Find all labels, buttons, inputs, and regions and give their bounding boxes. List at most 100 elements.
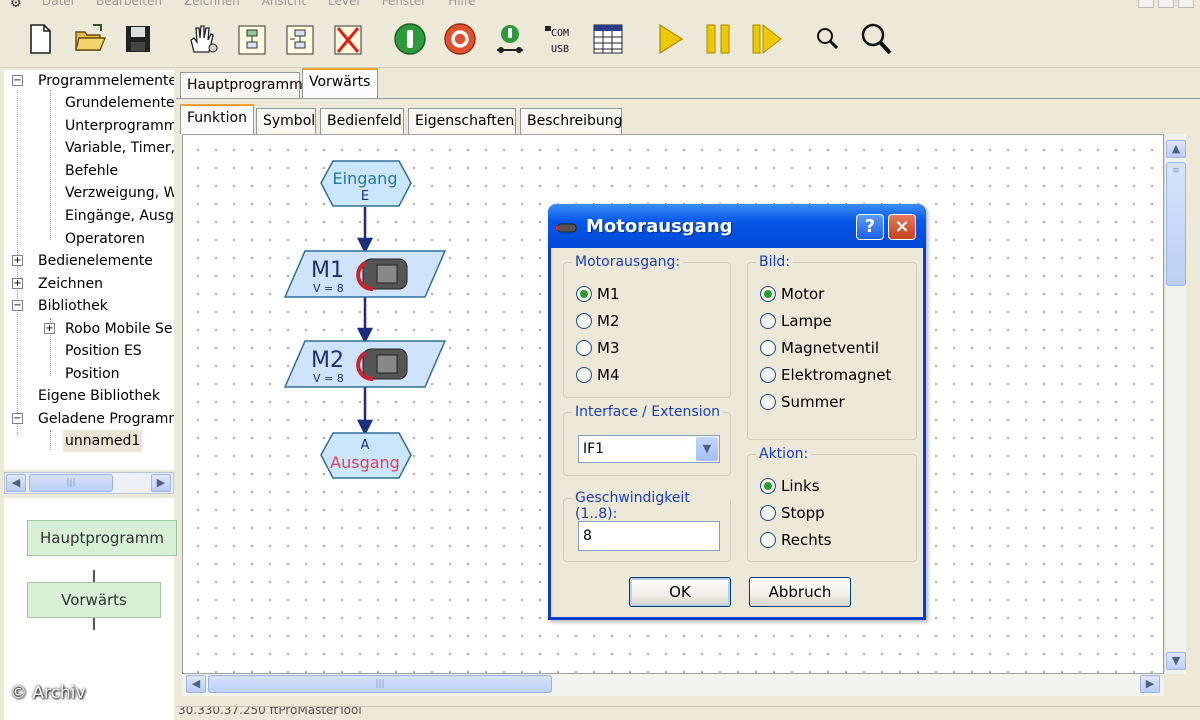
- radio-elektromagnet[interactable]: Elektromagnet: [760, 364, 891, 386]
- tree-horizontal-scrollbar[interactable]: ◀ ||| ▶: [4, 472, 174, 494]
- interface-select[interactable]: IF1 ▼: [578, 435, 720, 463]
- new-file-button[interactable]: [22, 20, 58, 58]
- arrow-down-icon: [356, 237, 374, 254]
- scroll-left-icon[interactable]: ◀: [186, 675, 206, 693]
- expand-icon[interactable]: +: [12, 255, 23, 266]
- radio-links[interactable]: Links: [760, 475, 820, 497]
- tree-guide: [50, 90, 51, 240]
- tree-node-grundelemente[interactable]: Grundelemente: [65, 92, 174, 114]
- overview-sub-program[interactable]: Vorwärts: [27, 582, 161, 618]
- radio-m1[interactable]: M1: [576, 283, 620, 305]
- help-button[interactable]: ?: [856, 214, 884, 240]
- tab-vorwaerts[interactable]: Vorwärts: [302, 68, 378, 98]
- radio-stopp[interactable]: Stopp: [760, 502, 825, 524]
- close-window-button[interactable]: [1178, 0, 1194, 8]
- hand-tool-button[interactable]: [184, 20, 220, 58]
- tree-node-variable[interactable]: Variable, Timer,: [65, 137, 174, 159]
- save-button[interactable]: [120, 20, 156, 58]
- close-button[interactable]: ×: [888, 214, 916, 240]
- input-element[interactable]: Eingang E: [320, 160, 412, 207]
- hand-icon: [190, 25, 218, 53]
- tab-symbol[interactable]: Symbol: [256, 108, 316, 134]
- tree-node-verzweigung[interactable]: Verzweigung, W: [65, 182, 174, 204]
- radio-summer[interactable]: Summer: [760, 391, 845, 413]
- output-element[interactable]: A Ausgang: [320, 432, 412, 479]
- new-subprogram-button[interactable]: [234, 20, 270, 58]
- bild-group: Bild: Motor Lampe Magnetventil Elektroma…: [747, 254, 917, 440]
- scroll-right-icon[interactable]: ▶: [1140, 675, 1160, 693]
- scroll-left-icon[interactable]: ◀: [6, 474, 26, 492]
- menu-zeichnen[interactable]: Zeichnen: [184, 0, 240, 8]
- maximize-button[interactable]: [1158, 0, 1174, 8]
- pause-button[interactable]: [700, 20, 736, 58]
- menu-fenster[interactable]: Fenster: [382, 0, 427, 8]
- arrow-down-icon: [356, 419, 374, 436]
- collapse-icon[interactable]: −: [12, 300, 23, 311]
- tree-node-position-es[interactable]: Position ES: [65, 340, 142, 362]
- test-panel-button[interactable]: [590, 20, 626, 58]
- zoom-out-button[interactable]: [810, 20, 846, 58]
- dialog-title-bar[interactable]: Motorausgang ? ×: [548, 204, 926, 248]
- radio-m2[interactable]: M2: [576, 310, 620, 332]
- cancel-button[interactable]: Abbruch: [749, 577, 851, 607]
- menu-datei[interactable]: Datei: [42, 0, 74, 8]
- stop-icon: [444, 23, 476, 55]
- scroll-up-icon[interactable]: ▲: [1166, 140, 1186, 158]
- tree-node-operatoren[interactable]: Operatoren: [65, 228, 145, 250]
- subprogram-io-button[interactable]: [282, 20, 318, 58]
- play-button[interactable]: [652, 20, 688, 58]
- start-online-button[interactable]: [392, 20, 428, 58]
- zoom-in-button[interactable]: [858, 20, 894, 58]
- scroll-down-icon[interactable]: ▼: [1166, 652, 1186, 670]
- tree-node-unterprogramm[interactable]: Unterprogramm: [65, 115, 174, 137]
- menu-level[interactable]: Level: [328, 0, 360, 8]
- radio-rechts[interactable]: Rechts: [760, 529, 831, 551]
- minimize-button[interactable]: [1138, 0, 1154, 8]
- program-tabs: Hauptprogramm Vorwärts: [176, 68, 1200, 98]
- step-button[interactable]: [748, 20, 784, 58]
- menu-bearbeiten[interactable]: Bearbeiten: [96, 0, 162, 8]
- com-usb-button[interactable]: COM USB: [542, 20, 578, 58]
- start-icon: [394, 23, 426, 55]
- collapse-icon[interactable]: −: [12, 75, 23, 86]
- collapse-icon[interactable]: −: [12, 413, 23, 424]
- scroll-right-icon[interactable]: ▶: [151, 474, 171, 492]
- scroll-thumb[interactable]: ≡: [1166, 162, 1186, 286]
- tab-bedienfeld[interactable]: Bedienfeld: [320, 108, 404, 134]
- tab-beschreibung[interactable]: Beschreibung: [520, 108, 623, 134]
- motor-m2-element[interactable]: M2 V = 8: [283, 340, 447, 388]
- menu-hilfe[interactable]: Hilfe: [448, 0, 475, 8]
- dialog-title: Motorausgang: [586, 216, 733, 237]
- radio-m4[interactable]: M4: [576, 364, 620, 386]
- motor-m1-element[interactable]: M1 V = 8: [283, 250, 447, 298]
- ok-button[interactable]: OK: [629, 577, 731, 607]
- scroll-thumb[interactable]: |||: [29, 474, 113, 492]
- tab-hauptprogramm[interactable]: Hauptprogramm: [180, 72, 303, 98]
- radio-magnetventil[interactable]: Magnetventil: [760, 337, 879, 359]
- tree-node-position[interactable]: Position: [65, 363, 120, 385]
- pause-icon: [706, 24, 730, 54]
- radio-motor[interactable]: Motor: [760, 283, 824, 305]
- menu-ansicht[interactable]: Ansicht: [262, 0, 306, 8]
- scroll-thumb[interactable]: |||: [208, 675, 552, 693]
- speed-input[interactable]: 8: [578, 521, 720, 551]
- delete-subprogram-button[interactable]: [330, 20, 366, 58]
- canvas-horizontal-scrollbar[interactable]: ◀ ||| ▶: [182, 674, 1164, 696]
- download-button[interactable]: [492, 20, 528, 58]
- tab-funktion[interactable]: Funktion: [180, 104, 254, 134]
- expand-icon[interactable]: +: [44, 323, 55, 334]
- tree-node-eigene-bibliothek[interactable]: Eigene Bibliothek: [38, 385, 160, 407]
- canvas-vertical-scrollbar[interactable]: ▲ ≡ ▼: [1164, 134, 1186, 674]
- chevron-down-icon[interactable]: ▼: [696, 437, 718, 461]
- open-button[interactable]: [72, 20, 108, 58]
- expand-icon[interactable]: +: [12, 278, 23, 289]
- tree-node-eingaenge[interactable]: Eingänge, Ausg: [65, 205, 174, 227]
- tab-eigenschaften[interactable]: Eigenschaften: [408, 108, 516, 134]
- overview-main-program[interactable]: Hauptprogramm: [27, 520, 177, 556]
- tree-node-befehle[interactable]: Befehle: [65, 160, 118, 182]
- radio-m3[interactable]: M3: [576, 337, 620, 359]
- open-folder-icon: [75, 24, 107, 51]
- stop-button[interactable]: [442, 20, 478, 58]
- tree-node-unnamed1[interactable]: unnamed1: [63, 430, 143, 452]
- radio-lampe[interactable]: Lampe: [760, 310, 832, 332]
